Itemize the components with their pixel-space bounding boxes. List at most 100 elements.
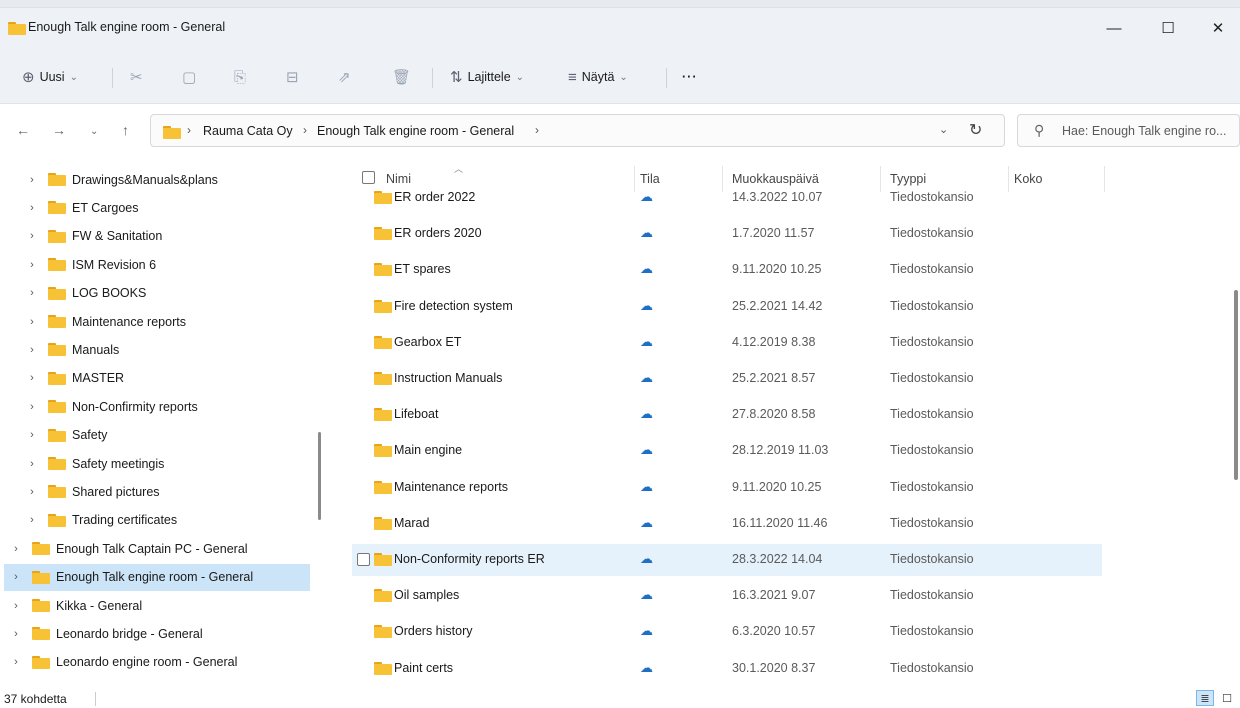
breadcrumb-item[interactable]: Rauma Cata Oy: [203, 124, 293, 138]
sidebar-item[interactable]: › LOG BOOKS: [0, 280, 310, 307]
trash-icon: 🗑: [392, 69, 412, 86]
modified-date: 6.3.2020 10.57: [732, 624, 816, 639]
sidebar-item[interactable]: › Leonardo bridge - General: [0, 620, 310, 647]
file-row[interactable]: Marad ☁ 16.11.2020 11.46 Tiedostokansio: [352, 508, 1102, 540]
address-dropdown-icon[interactable]: ⌄: [939, 123, 948, 136]
sidebar-item[interactable]: › Enough Talk engine room - General: [4, 563, 310, 591]
cut-button[interactable]: ✂: [130, 64, 143, 90]
sidebar-item-label: Leonardo bridge - General: [56, 626, 203, 641]
sidebar-item[interactable]: › MASTER: [0, 365, 310, 392]
forward-arrow-icon[interactable]: →: [52, 122, 66, 138]
cloud-sync-icon: ☁: [640, 189, 653, 204]
new-button[interactable]: ⊕ Uusi ⌄: [22, 64, 78, 90]
file-row[interactable]: Gearbox ET ☁ 4.12.2019 8.38 Tiedostokansio: [352, 327, 1102, 359]
file-type: Tiedostokansio: [890, 515, 974, 530]
sidebar-item[interactable]: › Trading certificates: [0, 507, 310, 534]
file-type: Tiedostokansio: [890, 588, 974, 603]
sort-button[interactable]: ⇅ Lajittele ⌄: [450, 64, 524, 90]
file-row[interactable]: Instruction Manuals ☁ 25.2.2021 8.57 Tiedos…: [352, 363, 1102, 395]
modified-date: 16.11.2020 11.46: [732, 515, 828, 530]
breadcrumb-separator-icon[interactable]: ›: [535, 123, 539, 137]
sidebar-item[interactable]: › Enough Talk Captain PC - General: [0, 535, 310, 562]
breadcrumb-separator-icon[interactable]: ›: [187, 123, 191, 137]
column-divider[interactable]: [1104, 166, 1105, 192]
file-row[interactable]: ET spares ☁ 9.11.2020 10.25 Tiedostokansio: [352, 254, 1102, 286]
expand-chevron-icon[interactable]: ›: [24, 230, 40, 242]
file-row[interactable]: Paint certs ☁ 30.1.2020 8.37 Tiedostokansio: [352, 653, 1102, 685]
copy-button[interactable]: ▢: [182, 64, 196, 90]
expand-chevron-icon[interactable]: ›: [8, 656, 24, 668]
sidebar-item[interactable]: › Shared pictures: [0, 478, 310, 505]
file-row[interactable]: Lifeboat ☁ 27.8.2020 8.58 Tiedostokansio: [352, 399, 1102, 431]
share-button[interactable]: ⇗: [338, 64, 351, 90]
file-type: Tiedostokansio: [890, 479, 974, 494]
recent-locations-chevron-icon[interactable]: ⌄: [90, 126, 98, 137]
address-bar[interactable]: › Rauma Cata Oy › Enough Talk engine roo…: [150, 114, 1005, 147]
file-row[interactable]: ER orders 2020 ☁ 1.7.2020 11.57 Tiedostokan…: [352, 218, 1102, 250]
expand-chevron-icon[interactable]: ›: [8, 543, 24, 555]
expand-chevron-icon[interactable]: ›: [24, 401, 40, 413]
more-options-button[interactable]: ···: [682, 64, 698, 90]
view-button[interactable]: ≡ Näytä ⌄: [568, 64, 628, 90]
file-row[interactable]: Fire detection system ☁ 25.2.2021 14.42 Tie…: [352, 291, 1102, 323]
background-window-strip: [0, 0, 1240, 8]
file-list-scrollbar[interactable]: [1234, 290, 1238, 480]
expand-chevron-icon[interactable]: ›: [24, 344, 40, 356]
back-arrow-icon[interactable]: ←: [16, 122, 30, 138]
file-row[interactable]: Oil samples ☁ 16.3.2021 9.07 Tiedostokansio: [352, 580, 1102, 612]
refresh-icon[interactable]: ↻: [969, 120, 982, 140]
folder-icon: [48, 343, 66, 357]
folder-icon: [32, 627, 50, 641]
maximize-button[interactable]: ☐: [1148, 14, 1188, 42]
sidebar-item[interactable]: › Leonardo engine room - General: [0, 649, 310, 676]
expand-chevron-icon[interactable]: ›: [24, 429, 40, 441]
breadcrumb-separator-icon[interactable]: ›: [303, 123, 307, 137]
sidebar-item[interactable]: › Non-Confirmity reports: [0, 393, 310, 420]
expand-chevron-icon[interactable]: ›: [8, 600, 24, 612]
expand-chevron-icon[interactable]: ›: [24, 287, 40, 299]
close-button[interactable]: ✕: [1198, 14, 1238, 42]
sidebar-item[interactable]: › Maintenance reports: [0, 308, 310, 335]
sidebar-item-label: Kikka - General: [56, 598, 143, 613]
up-arrow-icon[interactable]: ↑: [122, 122, 129, 138]
modified-date: 25.2.2021 14.42: [732, 298, 823, 313]
paste-button[interactable]: ⎘: [234, 64, 246, 90]
sidebar-scrollbar[interactable]: [318, 432, 321, 520]
sidebar-item[interactable]: › Safety: [0, 422, 310, 449]
sidebar-item[interactable]: › ET Cargoes: [0, 194, 310, 221]
folder-icon: [48, 400, 66, 414]
sidebar-item[interactable]: › Kikka - General: [0, 592, 310, 619]
sidebar-item[interactable]: › Drawings&Manuals&plans: [0, 166, 310, 193]
file-row[interactable]: Non-Conformity reports ER ☁ 28.3.2022 14.0…: [352, 544, 1102, 576]
tiles-view-button[interactable]: ☐: [1218, 690, 1236, 706]
expand-chevron-icon[interactable]: ›: [24, 458, 40, 470]
expand-chevron-icon[interactable]: ›: [24, 486, 40, 498]
expand-chevron-icon[interactable]: ›: [24, 514, 40, 526]
expand-chevron-icon[interactable]: ›: [8, 628, 24, 640]
minimize-button[interactable]: —: [1094, 14, 1134, 42]
file-row[interactable]: Orders history ☁ 6.3.2020 10.57 Tiedostokan…: [352, 616, 1102, 648]
expand-chevron-icon[interactable]: ›: [24, 372, 40, 384]
file-row[interactable]: ER order 2022 ☁ 14.3.2022 10.07 Tiedostokan…: [352, 182, 1102, 214]
sidebar-item[interactable]: › ISM Revision 6: [0, 251, 310, 278]
expand-chevron-icon[interactable]: ›: [24, 174, 40, 186]
file-row[interactable]: Main engine ☁ 28.12.2019 11.03 Tiedostokans…: [352, 435, 1102, 467]
folder-icon: [374, 661, 392, 675]
expand-chevron-icon[interactable]: ›: [24, 316, 40, 328]
file-row[interactable]: Maintenance reports ☁ 9.11.2020 10.25 Tiedo…: [352, 472, 1102, 504]
rename-button[interactable]: ⊟: [286, 64, 299, 90]
expand-chevron-icon[interactable]: ›: [24, 259, 40, 271]
sidebar-item[interactable]: › FW & Sanitation: [0, 223, 310, 250]
sidebar-item[interactable]: › Manuals: [0, 336, 310, 363]
cloud-sync-icon: ☁: [640, 370, 653, 385]
search-box[interactable]: ⚲ Hae: Enough Talk engine ro...: [1017, 114, 1240, 147]
expand-chevron-icon[interactable]: ›: [8, 571, 24, 583]
breadcrumb-item[interactable]: Enough Talk engine room - General: [317, 124, 514, 138]
sidebar-item[interactable]: › Safety meetingis: [0, 450, 310, 477]
row-checkbox[interactable]: [357, 553, 370, 566]
modified-date: 14.3.2022 10.07: [732, 190, 823, 204]
delete-button[interactable]: 🗑: [392, 64, 411, 90]
details-view-button[interactable]: ≣: [1196, 690, 1214, 706]
file-type: Tiedostokansio: [890, 262, 974, 277]
expand-chevron-icon[interactable]: ›: [24, 202, 40, 214]
